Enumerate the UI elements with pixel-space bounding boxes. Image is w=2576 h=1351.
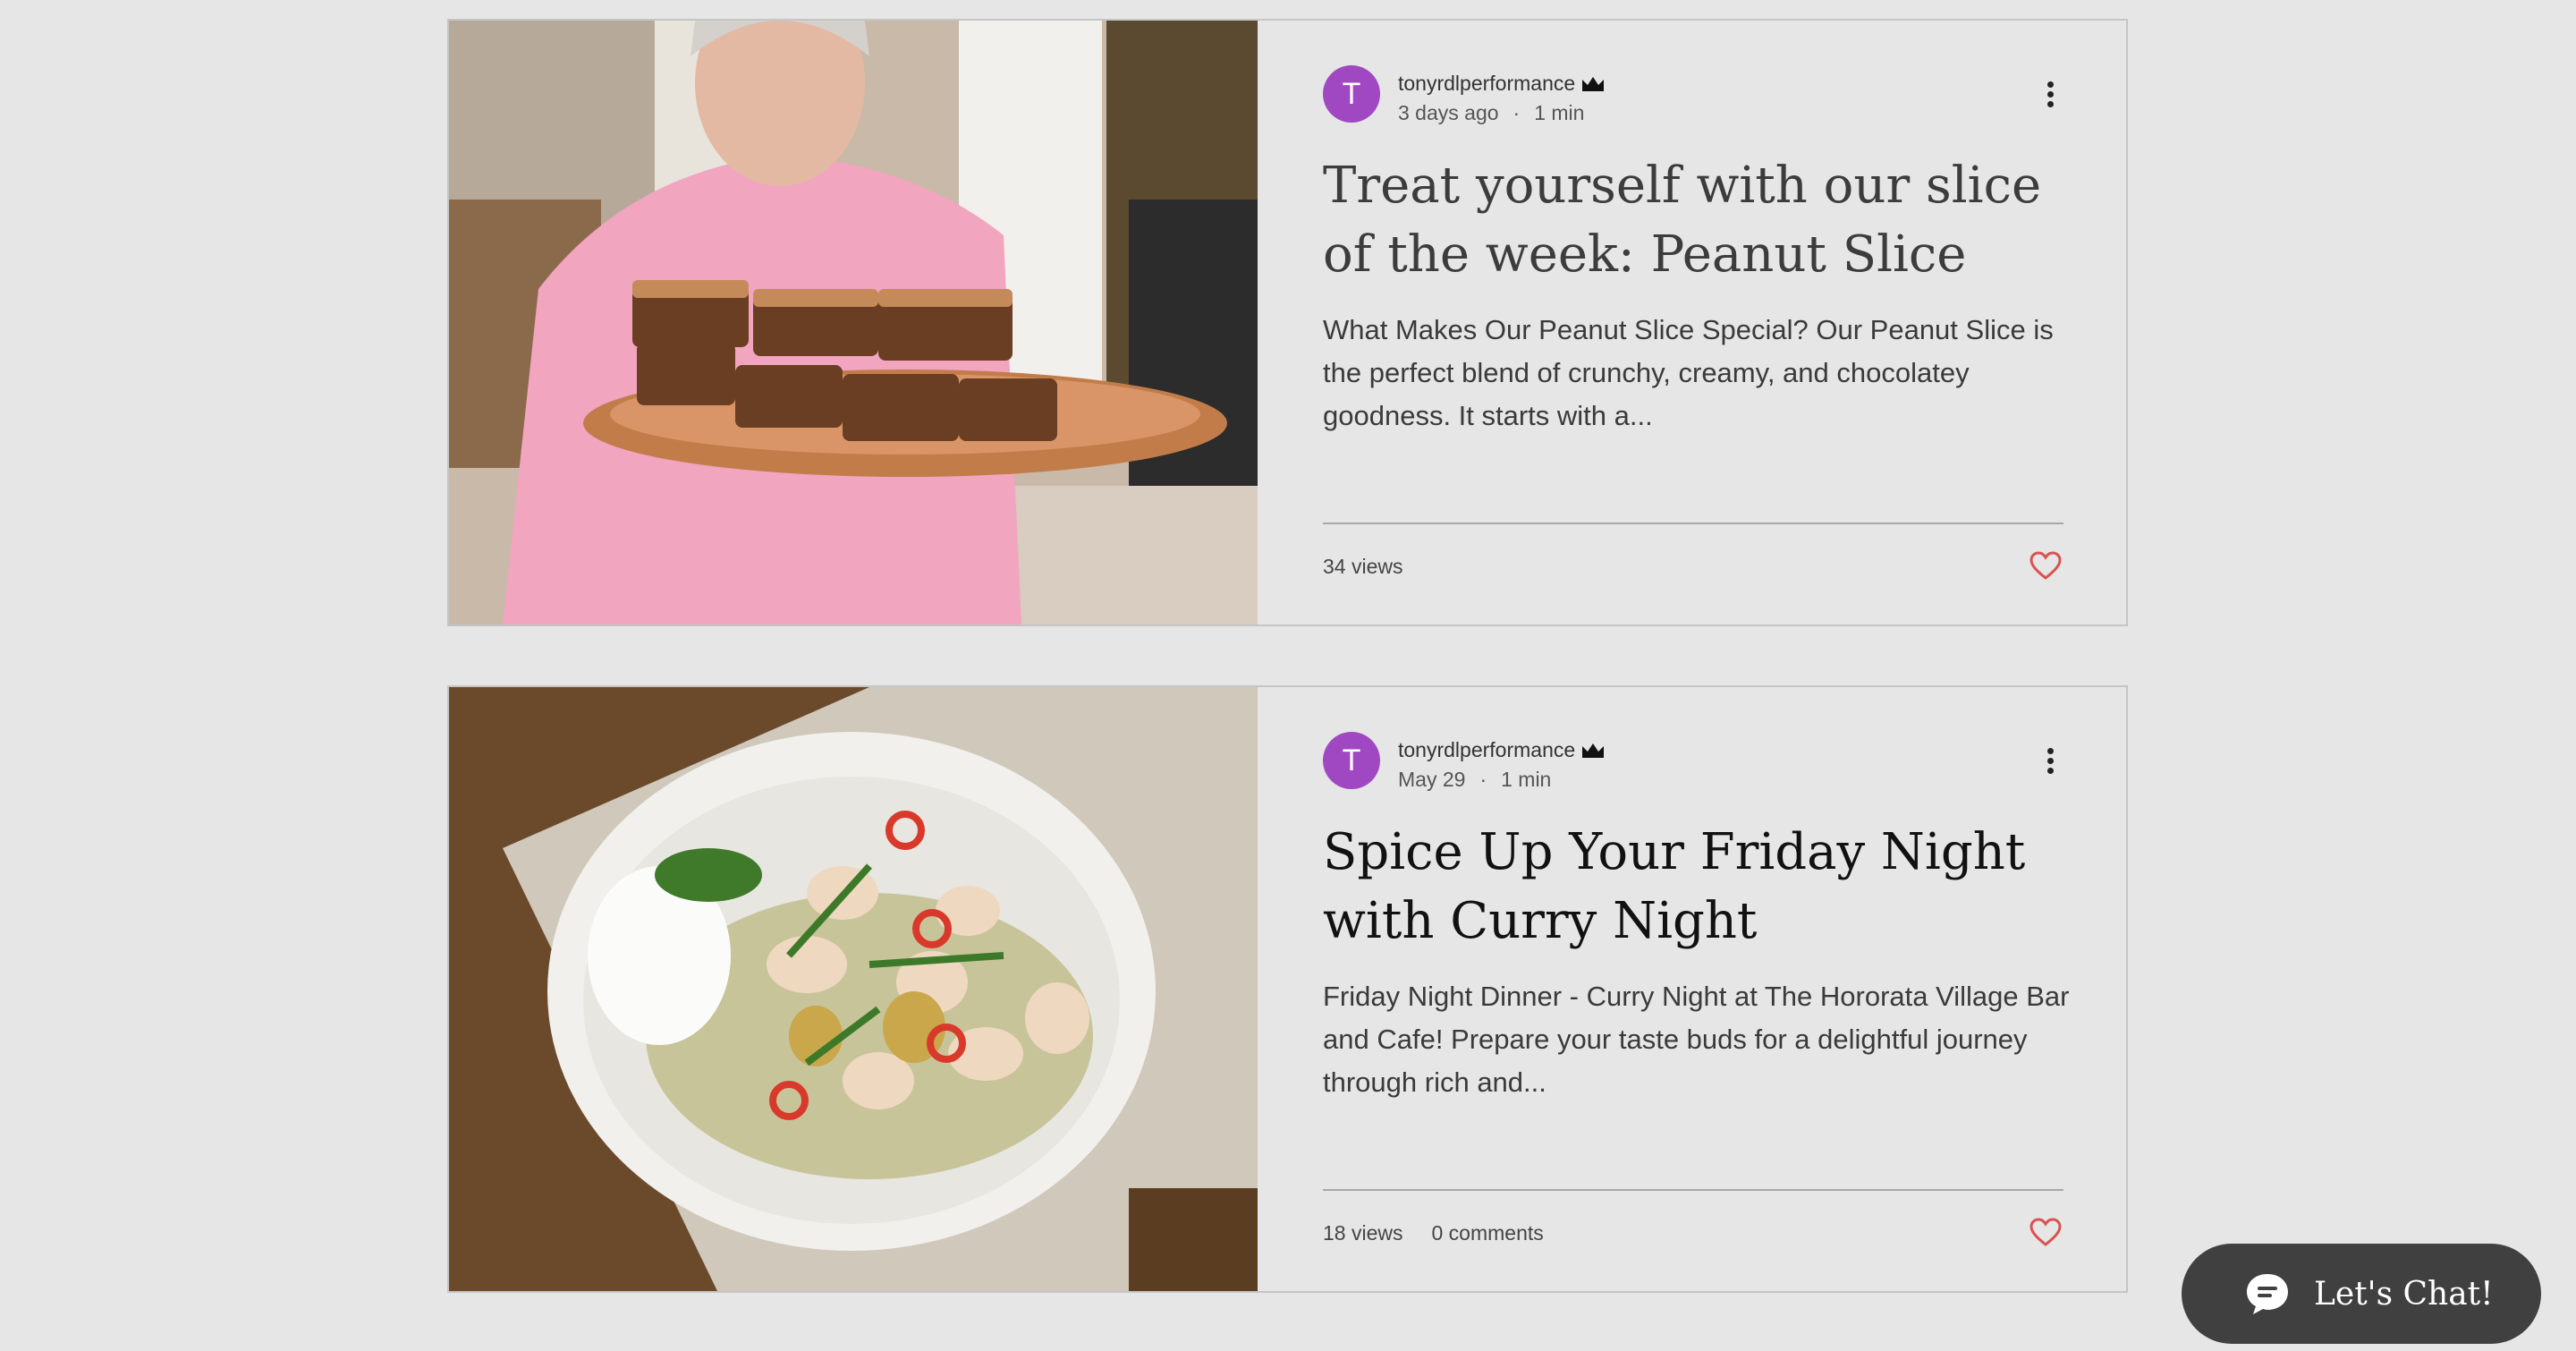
post-excerpt[interactable]: What Makes Our Peanut Slice Special? Our… <box>1323 309 2083 438</box>
heart-icon[interactable] <box>2029 1218 2062 1247</box>
comment-count[interactable]: 0 comments <box>1431 1221 1543 1245</box>
author-name[interactable]: tonyrdlperformance <box>1398 72 1575 96</box>
view-count: 18 views <box>1323 1221 1403 1245</box>
post-excerpt[interactable]: Friday Night Dinner - Curry Night at The… <box>1323 975 2083 1104</box>
heart-icon[interactable] <box>2029 551 2062 581</box>
view-count: 34 views <box>1323 555 1403 578</box>
post-date: 3 days ago <box>1398 101 1499 124</box>
crown-icon <box>1582 76 1605 91</box>
chat-label: Let's Chat! <box>2314 1275 2494 1313</box>
post-date: May 29 <box>1398 768 1466 791</box>
blog-post-card[interactable]: T tonyrdlperformance 3 days ago · 1 min … <box>447 19 2128 626</box>
post-title[interactable]: Spice Up Your Friday Night with Curry Ni… <box>1323 818 2092 956</box>
read-time: 1 min <box>1501 768 1552 791</box>
blog-post-card[interactable]: T tonyrdlperformance May 29 · 1 min Spic… <box>447 685 2128 1293</box>
post-title[interactable]: Treat yourself with our slice of the wee… <box>1323 151 2092 289</box>
crown-icon <box>1582 743 1605 758</box>
meta-separator: · <box>1513 101 1521 124</box>
post-cover-image[interactable] <box>449 687 1258 1291</box>
author-name[interactable]: tonyrdlperformance <box>1398 738 1575 762</box>
post-cover-image[interactable] <box>449 21 1258 625</box>
more-options-icon[interactable] <box>2046 748 2055 777</box>
author-avatar[interactable]: T <box>1323 732 1380 789</box>
divider <box>1323 1189 2063 1191</box>
chat-button[interactable]: Let's Chat! <box>2182 1244 2541 1344</box>
more-options-icon[interactable] <box>2046 81 2055 110</box>
meta-separator: · <box>1479 768 1487 791</box>
author-avatar[interactable]: T <box>1323 65 1380 123</box>
chat-bubble-icon <box>2247 1274 2288 1314</box>
read-time: 1 min <box>1534 101 1585 124</box>
divider <box>1323 523 2063 524</box>
